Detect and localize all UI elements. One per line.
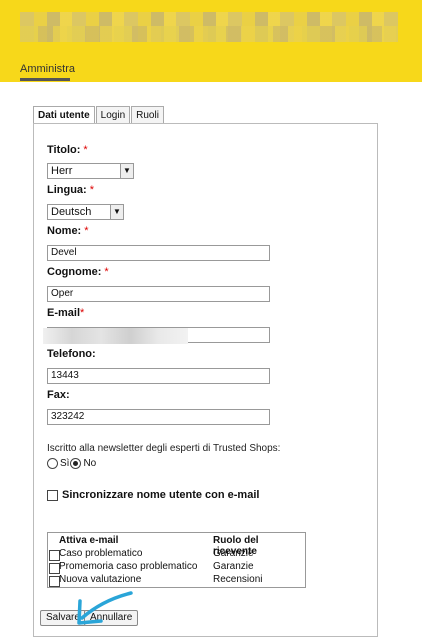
fax-input[interactable]: 323242 bbox=[47, 409, 270, 425]
cognome-label: Cognome: * bbox=[47, 266, 109, 278]
save-button[interactable]: Salvare bbox=[40, 610, 86, 626]
required-marker: * bbox=[89, 184, 94, 196]
row-role: Garanzie bbox=[213, 561, 254, 572]
cognome-input[interactable]: Oper bbox=[47, 286, 270, 302]
cognome-label-text: Cognome: bbox=[47, 266, 102, 278]
sync-checkbox[interactable] bbox=[47, 489, 58, 501]
required-marker: * bbox=[83, 144, 88, 156]
column-header-attiva: Attiva e-mail bbox=[59, 535, 119, 546]
newsletter-options: Sì No bbox=[47, 458, 96, 469]
chevron-down-icon: ▼ bbox=[110, 205, 123, 219]
radio-si[interactable] bbox=[47, 458, 58, 469]
row-name: Nuova valutazione bbox=[59, 574, 142, 585]
email-label: E-mail* bbox=[47, 307, 84, 319]
top-header: Amministra bbox=[0, 0, 422, 82]
lingua-label: Lingua: * bbox=[47, 184, 94, 196]
required-marker: * bbox=[80, 307, 85, 319]
required-marker: * bbox=[84, 225, 89, 237]
fax-label: Fax: bbox=[47, 389, 70, 401]
sync-label: Sincronizzare nome utente con e-mail bbox=[62, 489, 260, 501]
cancel-button[interactable]: Annullare bbox=[84, 610, 139, 626]
chevron-down-icon: ▼ bbox=[120, 164, 133, 178]
radio-si-label: Sì bbox=[60, 458, 70, 469]
sync-username-option[interactable]: Sincronizzare nome utente con e-mail bbox=[47, 489, 259, 501]
titolo-select[interactable]: Herr ▼ bbox=[47, 163, 134, 179]
user-data-panel: Titolo: * Herr ▼ Lingua: * Deutsch ▼ Nome:… bbox=[33, 123, 378, 637]
row-role: Recensioni bbox=[213, 574, 263, 585]
row-role: Garanzie bbox=[213, 548, 254, 559]
telefono-input[interactable]: 13443 bbox=[47, 368, 270, 384]
nome-label: Nome: * bbox=[47, 225, 89, 237]
lingua-value: Deutsch bbox=[51, 206, 92, 218]
blurred-logo-area-2 bbox=[20, 26, 398, 42]
nav-active-indicator bbox=[20, 78, 70, 81]
row-name: Promemoria caso problematico bbox=[59, 561, 198, 572]
radio-no-label: No bbox=[83, 458, 97, 469]
nav-item-amministra[interactable]: Amministra bbox=[20, 63, 75, 75]
redacted-email bbox=[43, 328, 188, 344]
radio-no[interactable] bbox=[70, 458, 82, 469]
lingua-select[interactable]: Deutsch ▼ bbox=[47, 204, 124, 220]
nome-input[interactable]: Devel bbox=[47, 245, 270, 261]
row-name: Caso problematico bbox=[59, 548, 143, 559]
titolo-value: Herr bbox=[51, 165, 73, 177]
email-label-text: E-mail bbox=[47, 307, 81, 319]
nome-label-text: Nome: bbox=[47, 225, 82, 237]
lingua-label-text: Lingua: bbox=[47, 184, 87, 196]
titolo-label-text: Titolo: bbox=[47, 144, 81, 156]
email-notifications-table: Attiva e-mail Ruolo del ricevente Caso p… bbox=[47, 532, 306, 588]
required-marker: * bbox=[104, 266, 109, 278]
telefono-label: Telefono: bbox=[47, 348, 96, 360]
titolo-label: Titolo: * bbox=[47, 144, 88, 156]
newsletter-question: Iscritto alla newsletter degli esperti d… bbox=[47, 443, 281, 454]
